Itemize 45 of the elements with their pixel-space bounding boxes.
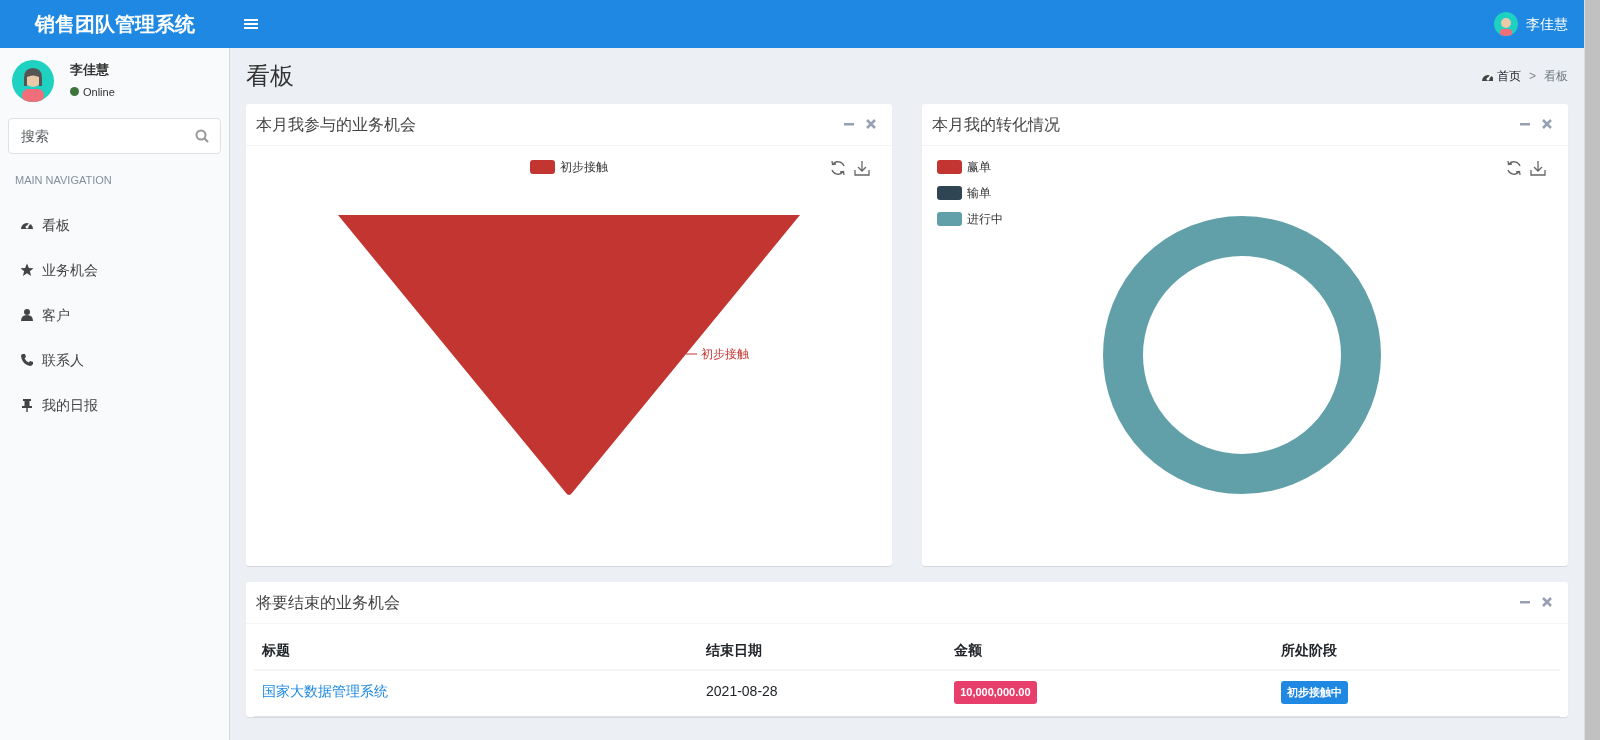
online-status-icon [70,87,79,97]
slice-label: 初步接触 [701,347,749,361]
card-title: 本月我的转化情况 [932,114,1061,135]
refresh-icon[interactable] [830,160,846,176]
page-title: 看板 [246,61,295,91]
nav-item[interactable]: 看板 [0,202,229,248]
user-icon [20,308,34,322]
nav-item[interactable]: 客户 [0,292,229,338]
card-title: 本月我参与的业务机会 [256,114,417,135]
end-date: 2021-08-28 [706,683,778,699]
nav-item[interactable]: 我的日报 [0,382,229,428]
breadcrumb-link[interactable]: 首页 [1481,67,1521,85]
legend-label[interactable]: 进行中 [967,210,1003,228]
scrollbar[interactable] [1584,0,1600,740]
breadcrumb-current: 看板 [1544,68,1568,85]
breadcrumb-separator: > [1529,68,1536,85]
legend-label[interactable]: 初步接触 [560,158,608,176]
download-icon[interactable] [1530,160,1546,176]
refresh-icon[interactable] [1506,160,1522,176]
amount-label: 10,000,000.00 [954,681,1037,704]
user-name: 李佳慧 [70,61,110,79]
column-header: 标题 [254,632,699,670]
search-field[interactable]: 搜索 [8,118,221,154]
avatar-icon[interactable] [1494,12,1518,36]
nav-item[interactable]: 业务机会 [0,247,229,293]
stage-label: 初步接触中 [1280,681,1348,704]
column-header: 金额 [946,632,1273,670]
card-title: 将要结束的业务机会 [256,592,401,613]
search-icon[interactable] [195,129,209,143]
column-header: 结束日期 [698,632,947,670]
app-brand[interactable]: 销售团队管理系统 [0,9,230,39]
user-avatar [12,60,54,102]
star-icon [20,263,34,277]
section-header: MAIN NAVIGATION [14,173,113,188]
legend-label[interactable]: 输单 [967,184,991,202]
user-status: Online [83,84,115,100]
phone-icon [20,353,34,367]
pin-icon [20,398,34,412]
column-header: 所处阶段 [1272,632,1560,670]
nav-item[interactable]: 联系人 [0,337,229,383]
download-icon[interactable] [854,160,870,176]
leader-line [685,353,698,355]
opportunity-link[interactable]: 国家大数据管理系统 [262,683,388,699]
user-name[interactable]: 李佳慧 [1526,13,1568,35]
legend-label[interactable]: 赢单 [967,158,991,176]
